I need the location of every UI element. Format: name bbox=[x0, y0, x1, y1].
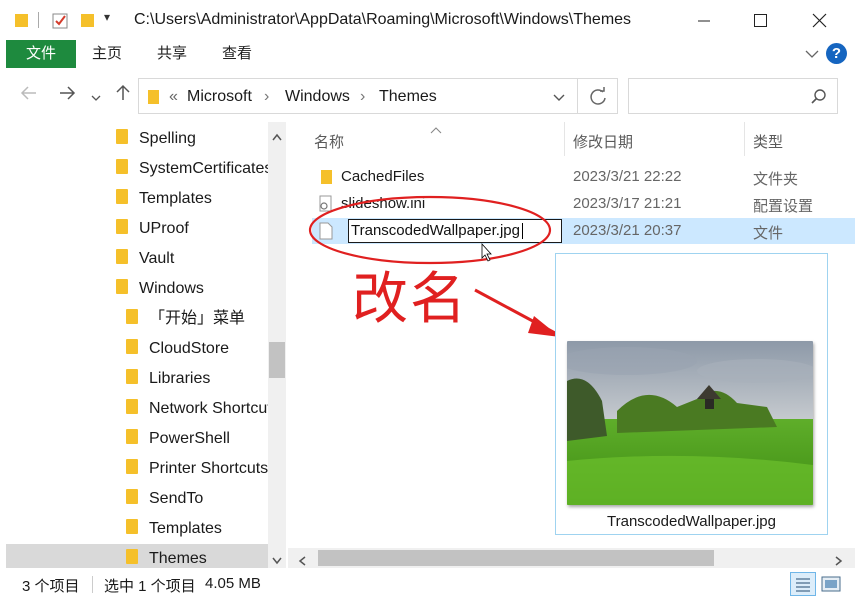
preview-filename: TranscodedWallpaper.jpg bbox=[607, 513, 776, 530]
status-bar: 3 个项目 选中 1 个项目 4.05 MB bbox=[0, 568, 855, 603]
item-count: 3 个项目 bbox=[22, 578, 80, 595]
mouse-pointer-icon bbox=[481, 242, 492, 262]
selected-size: 4.05 MB bbox=[205, 575, 261, 592]
horizontal-scrollbar[interactable] bbox=[288, 548, 855, 568]
preview-pane: TranscodedWallpaper.jpg bbox=[555, 253, 828, 535]
selected-count: 选中 1 个项目 bbox=[104, 578, 196, 595]
status-divider bbox=[92, 576, 93, 593]
details-view-icon bbox=[796, 578, 810, 592]
annotation-text: 改名 bbox=[352, 267, 468, 332]
large-icons-view-icon bbox=[821, 576, 841, 592]
wallpaper-thumbnail bbox=[567, 341, 813, 505]
horizontal-scroll-thumb[interactable] bbox=[318, 550, 714, 566]
details-view-button[interactable] bbox=[790, 572, 816, 596]
large-icons-view-button[interactable] bbox=[820, 573, 842, 599]
